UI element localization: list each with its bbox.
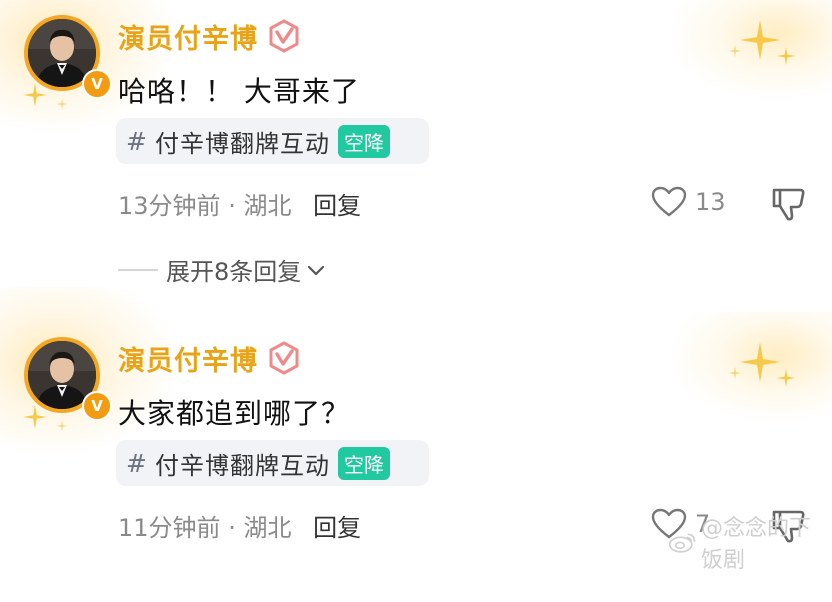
topic-chip[interactable]: # 付辛博翻牌互动 空降 [116, 440, 429, 486]
comment-time: 13分钟前 [118, 192, 221, 220]
comment-meta: 13分钟前 · 湖北 回复 [118, 186, 361, 221]
topic-tag: 空降 [337, 124, 390, 158]
sparkle-icon [728, 44, 742, 58]
verified-v-icon: V [82, 391, 112, 421]
comment-text: 哈咯！！ 大哥来了 [118, 75, 360, 108]
comment-meta: 11分钟前 · 湖北 回复 [118, 508, 361, 543]
topic-name: 付辛博翻牌互动 [154, 129, 330, 158]
sparkle-icon [56, 98, 68, 110]
comment-location: 湖北 [243, 514, 292, 542]
avatar-container[interactable]: V [24, 15, 112, 99]
topic-name: 付辛博翻牌互动 [154, 451, 330, 480]
chevron-down-icon [308, 265, 325, 275]
heart-icon [651, 186, 687, 217]
comment-item: V 演员付辛博 哈咯！！ 大哥来了 # 付辛博翻牌互动 空降 13分钟前 · 湖… [0, 0, 832, 286]
hash-icon: # [126, 448, 147, 478]
comment-text: 大家都追到哪了？ [118, 397, 351, 430]
topic-chip[interactable]: # 付辛博翻牌互动 空降 [116, 118, 429, 164]
thumbs-down-icon[interactable] [770, 186, 808, 222]
username[interactable]: 演员付辛博 [118, 339, 258, 378]
sparkle-icon [740, 342, 780, 382]
sparkle-icon [56, 420, 68, 432]
sparkle-icon [740, 20, 780, 60]
watermark: @念念的下饭剧 [668, 510, 832, 574]
meta-separator: · [228, 192, 236, 220]
sparkle-icon [728, 366, 742, 380]
comment-time: 11分钟前 [118, 514, 221, 542]
like-count: 13 [695, 188, 726, 216]
comment-location: 湖北 [243, 192, 292, 220]
verified-v-icon: V [82, 69, 112, 99]
decoration-glow [670, 0, 832, 100]
reply-button[interactable]: 回复 [313, 514, 361, 542]
divider [118, 268, 158, 271]
topic-tag: 空降 [337, 446, 390, 480]
username[interactable]: 演员付辛博 [118, 17, 258, 56]
expand-replies[interactable]: 展开8条回复 [118, 252, 327, 287]
reply-button[interactable]: 回复 [313, 192, 361, 220]
weibo-icon [668, 533, 696, 553]
like-button[interactable]: 13 [651, 186, 726, 218]
sparkle-icon [776, 46, 796, 66]
avatar-container[interactable]: V [24, 337, 112, 421]
sparkle-icon [776, 368, 796, 388]
watermark-text: @念念的下饭剧 [700, 516, 811, 573]
hash-icon: # [126, 126, 147, 156]
member-badge-icon[interactable] [266, 340, 302, 376]
expand-label: 展开8条回复 [166, 258, 302, 286]
member-badge-icon[interactable] [266, 18, 302, 54]
meta-separator: · [228, 514, 236, 542]
decoration-glow [670, 312, 832, 422]
